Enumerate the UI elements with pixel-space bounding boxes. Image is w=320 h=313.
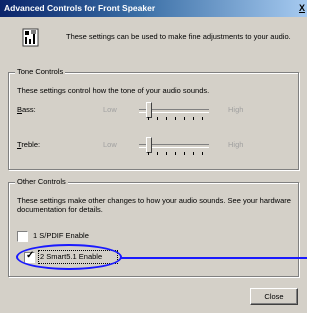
window-title: Advanced Controls for Front Speaker: [4, 3, 156, 13]
other-controls-legend: Other Controls: [15, 177, 68, 186]
spdif-enable-label[interactable]: 1 S/PDIF Enable: [33, 231, 89, 240]
callout-line: [121, 257, 307, 259]
tone-controls-legend: Tone Controls: [15, 67, 66, 76]
title-bar[interactable]: Advanced Controls for Front Speaker X: [0, 0, 307, 17]
bass-low-label: Low: [103, 105, 117, 114]
tone-controls-description: These settings control how the tone of y…: [17, 86, 210, 95]
speaker-settings-icon: [22, 28, 39, 47]
treble-label: Treble:: [17, 140, 41, 149]
treble-slider-ticks: [148, 152, 204, 155]
spdif-enable-checkbox[interactable]: [17, 231, 28, 242]
bass-slider-thumb[interactable]: [146, 102, 152, 118]
bass-high-label: High: [228, 105, 244, 114]
treble-high-label: High: [228, 140, 244, 149]
close-icon[interactable]: X: [299, 3, 305, 13]
highlight-ellipse: [16, 244, 122, 270]
bass-slider-ticks: [148, 117, 204, 120]
intro-text: These settings can be used to make fine …: [66, 32, 291, 41]
other-controls-description: These settings make other changes to how…: [17, 196, 291, 214]
bass-label: Bass:: [17, 105, 36, 114]
treble-slider-thumb[interactable]: [146, 137, 152, 153]
treble-low-label: Low: [103, 140, 117, 149]
close-button[interactable]: Close: [250, 288, 298, 305]
